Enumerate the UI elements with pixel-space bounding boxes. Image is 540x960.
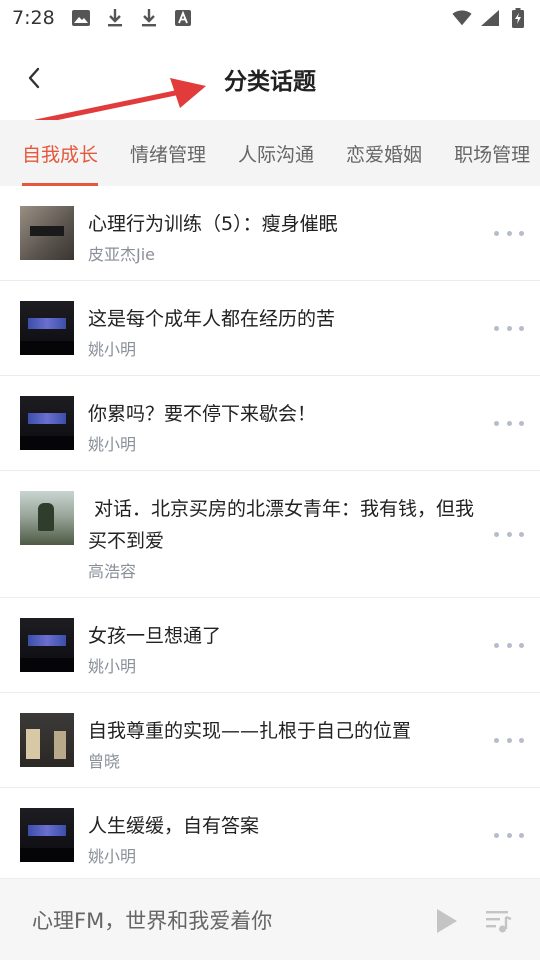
list-item[interactable]: 自我尊重的实现——扎根于自己的位置 曾晓 bbox=[0, 693, 540, 788]
tab-workplace[interactable]: 职场管理 bbox=[454, 120, 530, 186]
thumbnail bbox=[20, 396, 74, 450]
font-a-icon bbox=[173, 8, 193, 28]
topic-list: 心理行为训练（5）：瘦身催眠 皮亚杰Jie 这是每个成年人都在经历的苦 姚小明 … bbox=[0, 186, 540, 876]
list-item[interactable]: 女孩一旦想通了 姚小明 bbox=[0, 598, 540, 693]
more-options-button[interactable] bbox=[494, 225, 524, 241]
more-options-button[interactable] bbox=[494, 320, 524, 336]
list-item[interactable]: 对话．北京买房的北漂女青年：我有钱，但我买不到爱 高浩容 bbox=[0, 471, 540, 598]
play-icon[interactable] bbox=[434, 907, 460, 935]
thumbnail bbox=[20, 491, 74, 545]
tab-self-growth[interactable]: 自我成长 bbox=[22, 120, 99, 186]
player-text: 心理FM，世界和我爱着你 bbox=[32, 908, 273, 933]
annotation-arrow-icon bbox=[33, 78, 206, 125]
system-icons bbox=[452, 8, 528, 28]
more-options-button[interactable] bbox=[494, 827, 524, 843]
item-author: 曾晓 bbox=[88, 752, 121, 771]
thumbnail bbox=[20, 808, 74, 862]
thumbnail bbox=[20, 301, 74, 355]
thumbnail bbox=[20, 713, 74, 767]
image-icon bbox=[71, 8, 91, 28]
download-icon bbox=[139, 8, 159, 28]
item-title: 你累吗？要不停下来歇会！ bbox=[88, 403, 317, 425]
list-item[interactable]: 心理行为训练（5）：瘦身催眠 皮亚杰Jie bbox=[0, 186, 540, 281]
download-icon bbox=[105, 8, 125, 28]
item-title: 心理行为训练（5）：瘦身催眠 bbox=[88, 213, 338, 235]
thumbnail bbox=[20, 618, 74, 672]
item-author: 皮亚杰Jie bbox=[88, 245, 156, 264]
item-author: 姚小明 bbox=[88, 657, 137, 676]
item-author: 姚小明 bbox=[88, 847, 137, 866]
more-options-button[interactable] bbox=[494, 415, 524, 431]
battery-charging-icon bbox=[508, 8, 528, 28]
tab-interpersonal[interactable]: 人际沟通 bbox=[238, 120, 314, 186]
item-author: 姚小明 bbox=[88, 340, 137, 359]
playlist-music-icon[interactable] bbox=[484, 907, 514, 935]
item-title: 对话．北京买房的北漂女青年：我有钱，但我买不到爱 bbox=[88, 498, 475, 552]
signal-icon bbox=[480, 8, 500, 28]
list-item[interactable]: 人生缓缓，自有答案 姚小明 bbox=[0, 788, 540, 876]
more-options-button[interactable] bbox=[494, 526, 524, 542]
notification-icons bbox=[71, 8, 193, 28]
wifi-icon bbox=[452, 8, 472, 28]
thumbnail bbox=[20, 206, 74, 260]
category-tabs: 自我成长 情绪管理 人际沟通 恋爱婚姻 职场管理 bbox=[0, 120, 540, 186]
item-title: 这是每个成年人都在经历的苦 bbox=[88, 308, 336, 330]
tab-love-marriage[interactable]: 恋爱婚姻 bbox=[346, 120, 422, 186]
mini-player[interactable]: 心理FM，世界和我爱着你 bbox=[0, 878, 540, 960]
item-author: 高浩容 bbox=[88, 562, 137, 581]
item-title: 人生缓缓，自有答案 bbox=[88, 815, 260, 837]
item-title: 自我尊重的实现——扎根于自己的位置 bbox=[88, 720, 412, 742]
header: 分类话题 bbox=[0, 36, 540, 125]
status-time: 7:28 bbox=[12, 7, 55, 29]
tab-emotion-management[interactable]: 情绪管理 bbox=[130, 120, 206, 186]
more-options-button[interactable] bbox=[494, 732, 524, 748]
list-item[interactable]: 你累吗？要不停下来歇会！ 姚小明 bbox=[0, 376, 540, 471]
item-author: 姚小明 bbox=[88, 435, 137, 454]
item-title: 女孩一旦想通了 bbox=[88, 625, 222, 647]
list-item[interactable]: 这是每个成年人都在经历的苦 姚小明 bbox=[0, 281, 540, 376]
status-bar: 7:28 bbox=[0, 0, 540, 36]
more-options-button[interactable] bbox=[494, 637, 524, 653]
